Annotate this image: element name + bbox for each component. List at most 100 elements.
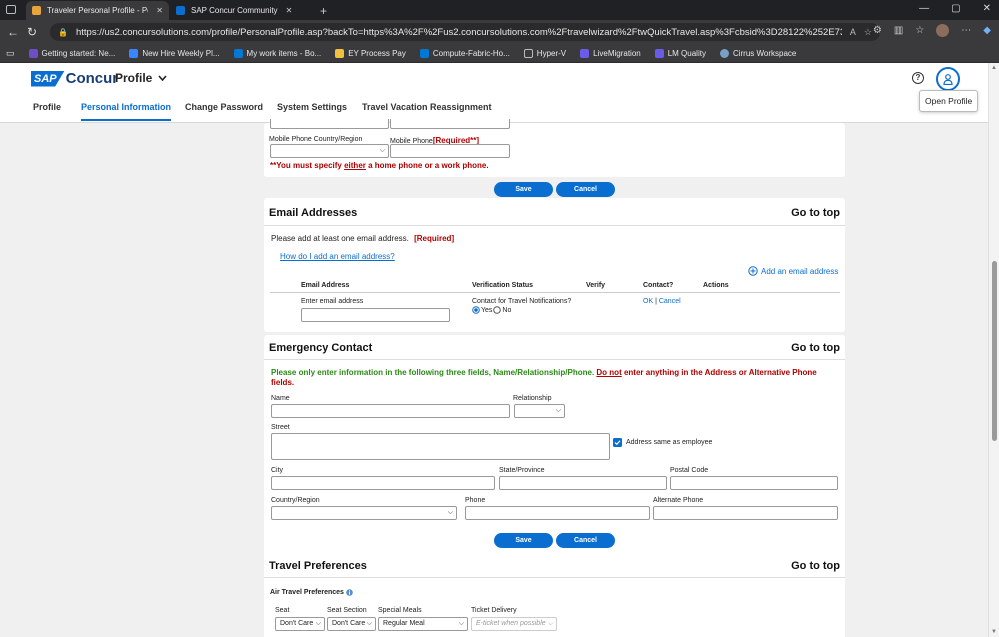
emergency-cancel-button[interactable]: Cancel [556,533,615,548]
alt-phone-input[interactable] [653,506,838,520]
page-scrollbar[interactable]: ▲ ▼ [988,63,999,637]
bookmark[interactable]: EY Process Pay [335,48,406,58]
mobile-phone-input[interactable] [390,144,510,158]
country-select[interactable]: ⌵ [271,506,457,520]
read-aloud-icon[interactable]: A [850,27,856,37]
phone-input[interactable] [465,506,650,520]
radio-yes[interactable] [472,306,480,314]
extensions-icon[interactable]: ⚙ [873,25,882,36]
divider [264,359,845,360]
back-icon[interactable]: ← [7,25,19,39]
phone-save-button[interactable]: Save [494,182,553,197]
bookmark[interactable]: My work items - Bo... [233,48,321,58]
email-section-title: Email Addresses [269,207,358,219]
bookmark-label: Cirrus Workspace [732,48,797,58]
seat-label: Seat [275,607,290,614]
bookmark-icon [129,48,139,58]
radio-yes-label: Yes [481,306,493,314]
relationship-select[interactable]: ⌵ [514,404,565,418]
home-phone-country-field[interactable] [270,119,389,129]
ticket-delivery-select[interactable]: E-ticket when possible ⌵ [471,617,557,631]
tab-title: Traveler Personal Profile - Personal [47,6,148,15]
bookmarks-bar: ▭ Getting started: Ne... New Hire Weekly… [0,44,999,63]
emergency-notice: Please only enter information in the fol… [271,368,817,387]
concur-favicon-icon [32,6,41,15]
subnav-profile[interactable]: Profile [33,102,61,119]
ok-link[interactable]: OK [643,298,653,305]
more-menu-icon[interactable]: ⋯ [961,25,971,36]
bookmark[interactable]: LM Quality [654,48,706,58]
concur-header: SAP Concur Profile ? Profile Personal In… [0,63,988,123]
email-go-to-top-link[interactable]: Go to top [791,207,840,219]
city-input[interactable] [271,476,495,490]
cancel-link[interactable]: Cancel [659,298,681,305]
emergency-save-button[interactable]: Save [494,533,553,548]
same-address-label: Address same as employee [626,439,713,446]
help-icon[interactable]: ? [912,72,924,84]
favorite-star-icon[interactable]: ☆ [864,27,872,38]
air-preferences-label: Air Travel Preferences [270,589,353,596]
bookmark[interactable]: Compute-Fabric-Ho... [419,48,510,58]
close-tab-icon[interactable]: ✕ [286,6,293,15]
enter-email-label: Enter email address [301,298,364,305]
bookmarks-folder-icon[interactable]: ▭ [6,48,15,59]
bookmark-label: Compute-Fabric-Ho... [432,48,510,58]
travel-go-to-top-link[interactable]: Go to top [791,560,840,572]
phone-cancel-button[interactable]: Cancel [556,182,615,197]
browser-profile-avatar[interactable] [936,24,950,37]
col-verify: Verify [586,282,606,289]
subnav-travel-vacation-reassignment[interactable]: Travel Vacation Reassignment [362,102,492,119]
email-help-link[interactable]: How do I add an email address? [280,252,395,261]
travel-preferences-card: Travel Preferences Go to top Air Travel … [264,555,845,637]
city-label: City [271,467,284,474]
info-icon[interactable] [346,589,353,596]
minimize-icon[interactable]: — [919,3,929,14]
bookmark[interactable]: Cirrus Workspace [719,48,797,58]
bookmark-icon [719,48,729,58]
scroll-up-icon[interactable]: ▲ [991,65,997,71]
browser-tab-active[interactable]: Traveler Personal Profile - Personal ✕ [26,1,169,20]
bookmark[interactable]: New Hire Weekly Pl... [129,48,220,58]
emergency-go-to-top-link[interactable]: Go to top [791,342,840,354]
street-textarea[interactable] [271,433,610,460]
user-profile-button[interactable] [936,67,960,91]
profile-menu[interactable]: Profile [115,71,167,85]
address-bar[interactable]: 🔒 https://us2.concursolutions.com/profil… [50,23,880,41]
same-address-checkbox[interactable] [613,438,622,447]
tab-actions-icon[interactable] [6,5,16,14]
home-phone-field[interactable] [390,119,510,129]
bookmark[interactable]: Hyper-V [523,48,566,58]
maximize-icon[interactable]: ▢ [951,3,960,14]
subnav-change-password[interactable]: Change Password [185,102,263,119]
subnav-system-settings[interactable]: System Settings [277,102,347,119]
lock-icon: 🔒 [58,27,68,37]
seat-select[interactable]: Don't Care ⌵ [275,617,325,631]
chevron-down-icon: ⌵ [447,509,453,516]
state-input[interactable] [499,476,667,490]
close-tab-icon[interactable]: ✕ [156,6,163,15]
contact-name-input[interactable] [271,404,510,418]
email-input[interactable] [301,308,450,322]
add-email-link[interactable]: Add an email address [748,266,838,276]
split-screen-icon[interactable]: ▥ [894,25,903,36]
mobile-country-select[interactable]: ⌵ [270,144,389,158]
radio-no[interactable] [493,306,502,314]
subnav-personal-information[interactable]: Personal Information [81,102,172,121]
postal-input[interactable] [670,476,838,490]
bookmark[interactable]: Getting started: Ne... [28,48,115,58]
sap-concur-logo[interactable]: SAP Concur [31,70,118,87]
table-header-divider [270,292,840,293]
close-window-icon[interactable]: ✕ [983,3,991,14]
refresh-icon[interactable]: ↻ [27,25,37,39]
favorites-icon[interactable]: ☆ [915,25,924,36]
scroll-down-icon[interactable]: ▼ [991,629,997,635]
scrollbar-thumb[interactable] [992,261,997,441]
bookmark[interactable]: LiveMigration [580,48,641,58]
copilot-icon[interactable]: ◆ [983,25,991,36]
logo-sap: SAP [31,70,65,87]
bookmark-icon [580,48,590,58]
special-meals-select[interactable]: Regular Meal ⌵ [378,617,468,631]
seat-section-select[interactable]: Don't Care ⌵ [327,617,376,631]
browser-tab[interactable]: SAP Concur Community ✕ [170,1,310,20]
new-tab-button[interactable]: + [314,1,333,20]
